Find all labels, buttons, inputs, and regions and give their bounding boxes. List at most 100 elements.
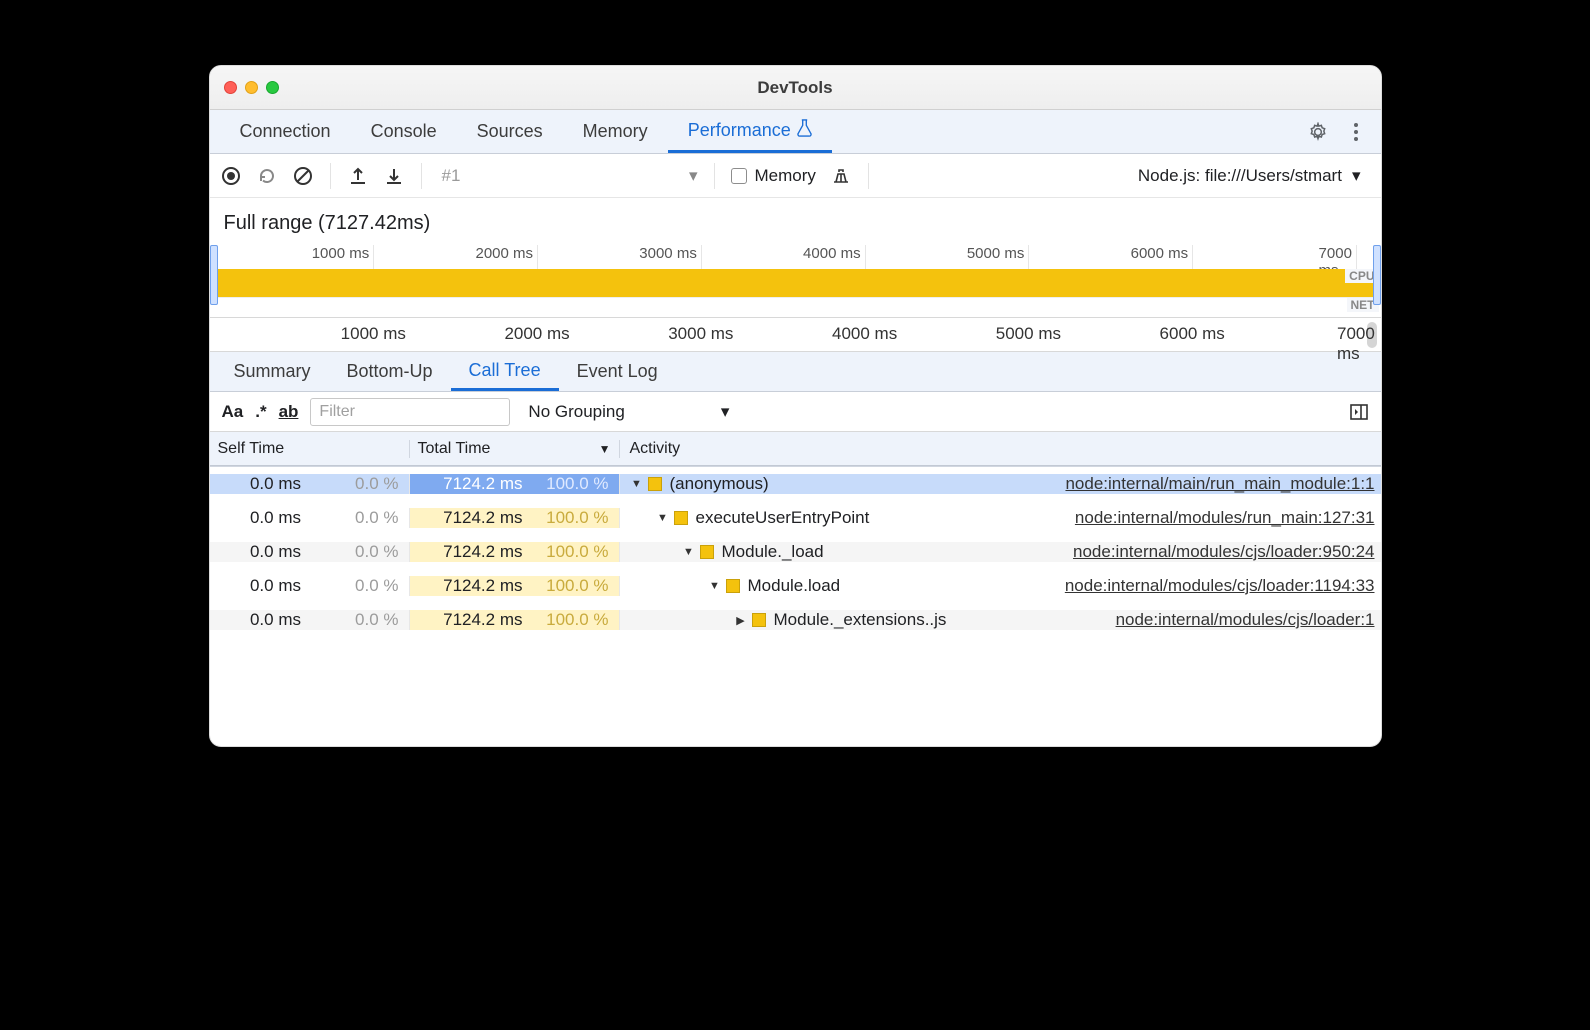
tree-expand-toggle[interactable]: ▶ [734, 614, 748, 627]
function-name: executeUserEntryPoint [696, 508, 870, 528]
match-whole-word-toggle[interactable]: ab [279, 402, 299, 422]
total-time-value: 7124.2 ms [410, 508, 525, 528]
zoom-window-button[interactable] [266, 81, 279, 94]
tree-expand-toggle[interactable]: ▼ [656, 512, 670, 524]
source-link[interactable]: node:internal/main/run_main_module:1:1 [1053, 474, 1374, 494]
ruler-tick: 3000 ms [639, 245, 701, 262]
settings-icon[interactable] [1307, 121, 1329, 143]
total-time-percent: 100.0 % [525, 542, 619, 562]
function-name: Module._extensions..js [774, 610, 947, 630]
tab-performance[interactable]: Performance [668, 110, 832, 153]
sort-descending-icon: ▼ [599, 442, 619, 456]
match-case-toggle[interactable]: Aa [222, 402, 244, 422]
flamechart-ruler[interactable]: 1000 ms2000 ms3000 ms4000 ms5000 ms6000 … [210, 318, 1381, 352]
subtab-label: Event Log [577, 361, 658, 382]
window-title: DevTools [210, 78, 1381, 98]
tab-memory[interactable]: Memory [563, 110, 668, 153]
self-time-value: 0.0 ms [210, 542, 310, 562]
column-total-time[interactable]: Total Time ▼ [410, 440, 620, 458]
tab-connection[interactable]: Connection [220, 110, 351, 153]
ruler-tick: 4000 ms [832, 324, 897, 344]
recording-selector[interactable]: #1 ▾ [438, 166, 698, 186]
subtab-summary[interactable]: Summary [216, 352, 329, 391]
call-tree-header: Self Time Total Time ▼ Activity [210, 432, 1381, 466]
ruler-tick: 5000 ms [996, 324, 1061, 344]
column-self-time[interactable]: Self Time [210, 440, 410, 458]
ruler-tick: 5000 ms [967, 245, 1029, 262]
tab-label: Connection [240, 121, 331, 142]
scripting-swatch-icon [752, 613, 766, 627]
load-profile-icon[interactable] [347, 165, 369, 187]
self-time-value: 0.0 ms [210, 508, 310, 528]
tab-label: Performance [688, 120, 791, 141]
toggle-details-sidebar-icon[interactable] [1349, 402, 1369, 422]
cpu-overview-band[interactable]: CPU [210, 269, 1381, 297]
total-time-percent: 100.0 % [525, 576, 619, 596]
ruler-tick: 1000 ms [341, 324, 406, 344]
scripting-swatch-icon [648, 477, 662, 491]
ruler-tick: 3000 ms [668, 324, 733, 344]
ruler-tick: 1000 ms [312, 245, 374, 262]
total-time-percent: 100.0 % [525, 474, 619, 494]
filter-input[interactable] [310, 398, 510, 426]
function-name: Module.load [748, 576, 841, 596]
scripting-swatch-icon [674, 511, 688, 525]
total-time-value: 7124.2 ms [410, 610, 525, 630]
overview-right-handle[interactable] [1373, 245, 1381, 305]
chevron-down-icon: ▾ [689, 166, 698, 186]
filter-toolbar: Aa .* ab No Grouping ▾ [210, 392, 1381, 432]
traffic-light-group [224, 81, 279, 94]
total-time-value: 7124.2 ms [410, 576, 525, 596]
ruler-tick: 6000 ms [1160, 324, 1225, 344]
self-time-percent: 0.0 % [309, 542, 409, 562]
self-time-percent: 0.0 % [309, 610, 409, 630]
call-tree-body: 0.0 ms0.0 %7124.2 ms100.0 %▼(anonymous)n… [210, 466, 1381, 686]
js-context-selector[interactable]: Node.js: file:///Users/stmart ▾ [1138, 166, 1371, 186]
reload-icon[interactable] [256, 165, 278, 187]
overview-ruler[interactable]: 1000 ms2000 ms3000 ms4000 ms5000 ms6000 … [210, 245, 1381, 267]
js-context-label: Node.js: file:///Users/stmart [1138, 166, 1342, 186]
close-window-button[interactable] [224, 81, 237, 94]
call-tree-row[interactable]: 0.0 ms0.0 %7124.2 ms100.0 %▼(anonymous)n… [210, 467, 1381, 501]
total-time-value: 7124.2 ms [410, 542, 525, 562]
column-label: Activity [630, 440, 681, 457]
self-time-percent: 0.0 % [309, 508, 409, 528]
tab-label: Sources [477, 121, 543, 142]
subtab-event-log[interactable]: Event Log [559, 352, 676, 391]
grouping-selector[interactable]: No Grouping ▾ [528, 402, 729, 422]
overview-left-handle[interactable] [210, 245, 218, 305]
record-icon[interactable] [220, 165, 242, 187]
call-tree-row[interactable]: 0.0 ms0.0 %7124.2 ms100.0 %▶Module._exte… [210, 603, 1381, 637]
save-profile-icon[interactable] [383, 165, 405, 187]
perf-toolbar: #1 ▾ Memory Node.js: file:///Users/stmar… [210, 154, 1381, 198]
function-name: (anonymous) [670, 474, 769, 494]
minimize-window-button[interactable] [245, 81, 258, 94]
source-link[interactable]: node:internal/modules/run_main:127:31 [1063, 508, 1375, 528]
source-link[interactable]: node:internal/modules/cjs/loader:1 [1104, 610, 1375, 630]
tree-expand-toggle[interactable]: ▼ [630, 478, 644, 490]
source-link[interactable]: node:internal/modules/cjs/loader:950:24 [1061, 542, 1374, 562]
call-tree-row[interactable]: 0.0 ms0.0 %7124.2 ms100.0 %▼executeUserE… [210, 501, 1381, 535]
call-tree-row[interactable]: 0.0 ms0.0 %7124.2 ms100.0 %▼Module.loadn… [210, 569, 1381, 603]
column-activity[interactable]: Activity [620, 440, 1381, 458]
self-time-value: 0.0 ms [210, 576, 310, 596]
more-menu-icon[interactable] [1345, 121, 1367, 143]
source-link[interactable]: node:internal/modules/cjs/loader:1194:33 [1053, 576, 1375, 596]
recording-name: #1 [438, 166, 689, 186]
net-overview-band[interactable]: NET [210, 297, 1381, 317]
tree-expand-toggle[interactable]: ▼ [682, 546, 696, 558]
subtab-bottom-up[interactable]: Bottom-Up [329, 352, 451, 391]
call-tree-row[interactable]: 0.0 ms0.0 %7124.2 ms100.0 % ▼ Module._load… [210, 535, 1381, 569]
collect-garbage-icon[interactable] [830, 165, 852, 187]
clear-icon[interactable] [292, 165, 314, 187]
tree-expand-toggle[interactable]: ▼ [708, 580, 722, 592]
ruler-tick: 6000 ms [1131, 245, 1193, 262]
tab-console[interactable]: Console [351, 110, 457, 153]
regex-toggle[interactable]: .* [255, 402, 266, 422]
memory-checkbox[interactable]: Memory [731, 166, 816, 186]
tab-sources[interactable]: Sources [457, 110, 563, 153]
tab-label: Memory [583, 121, 648, 142]
details-tabs: Summary Bottom-Up Call Tree Event Log [210, 352, 1381, 392]
function-name: Module._load [722, 542, 824, 562]
subtab-call-tree[interactable]: Call Tree [451, 352, 559, 391]
